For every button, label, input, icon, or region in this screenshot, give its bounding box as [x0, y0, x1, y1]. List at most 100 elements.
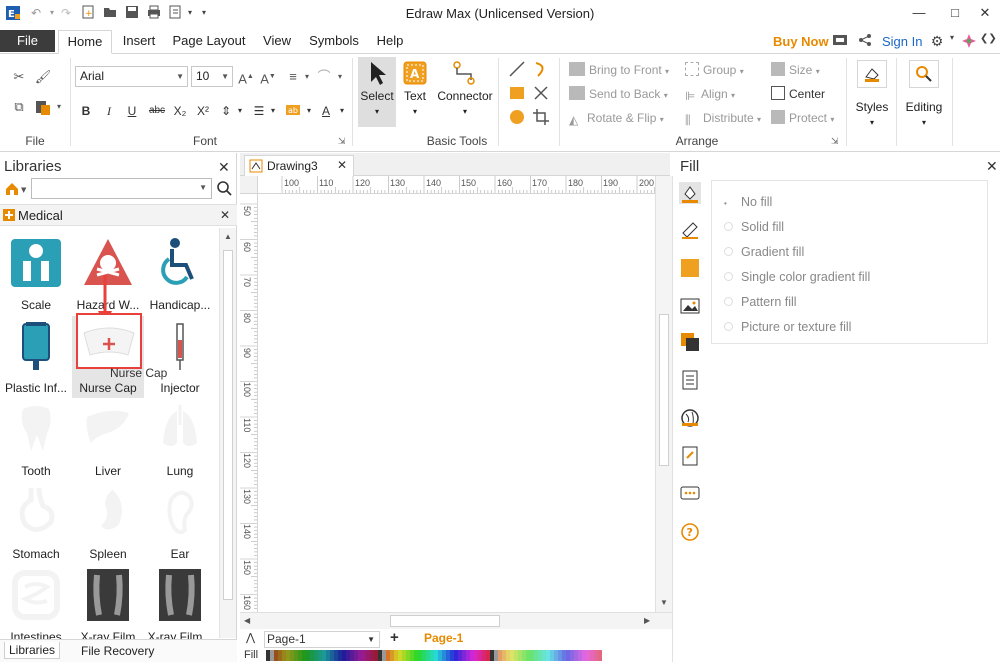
- text-align-dropdown-icon[interactable]: ▾: [298, 68, 316, 86]
- scroll-left-icon[interactable]: ◀: [244, 616, 250, 625]
- cut-icon[interactable]: ✂: [10, 68, 28, 86]
- library-category-header[interactable]: Medical ✕: [0, 204, 237, 226]
- hyperlink-globe-icon[interactable]: [680, 408, 700, 428]
- layers-icon[interactable]: [680, 332, 700, 352]
- protect-button[interactable]: Protect ▾: [771, 109, 834, 127]
- text-dropdown-icon[interactable]: ▾: [398, 107, 432, 116]
- highlight-icon[interactable]: ab: [285, 102, 301, 120]
- rectangle-tool-icon[interactable]: [508, 84, 526, 102]
- attachment-icon[interactable]: [680, 446, 700, 466]
- scroll-down-icon[interactable]: ▼: [660, 598, 668, 607]
- shape-liver[interactable]: Liver: [72, 399, 144, 481]
- file-menu-tab[interactable]: File: [0, 30, 55, 52]
- tab-help[interactable]: Help: [372, 30, 408, 54]
- shape-x-ray-film-2[interactable]: X-ray Film...: [144, 565, 216, 647]
- font-size-select[interactable]: 10 ▼: [191, 66, 233, 87]
- fill-option-picture-texture[interactable]: Picture or texture fill: [724, 320, 851, 334]
- distribute-button[interactable]: ⫼ Distribute ▾: [685, 109, 761, 127]
- tab-libraries[interactable]: Libraries: [4, 642, 61, 659]
- fill-option-no-fill[interactable]: • No fill: [724, 195, 772, 209]
- format-painter-icon[interactable]: 🖌: [34, 68, 52, 86]
- minimize-button[interactable]: —: [904, 2, 934, 24]
- bring-to-front-button[interactable]: Bring to Front ▾: [569, 61, 669, 79]
- bold-button[interactable]: B: [78, 102, 94, 120]
- tab-symbols[interactable]: Symbols: [306, 30, 362, 54]
- connector-tool-button[interactable]: Connector ▾: [434, 60, 496, 116]
- shape-handicap[interactable]: Handicap...: [144, 233, 216, 315]
- shape-stomach[interactable]: Stomach: [0, 482, 72, 564]
- font-dialog-launcher-icon[interactable]: ⇲: [338, 136, 346, 147]
- fill-option-solid[interactable]: Solid fill: [724, 220, 784, 234]
- close-tab-icon[interactable]: ✕: [337, 158, 347, 172]
- bullets-dropdown-icon[interactable]: ▾: [265, 102, 281, 120]
- styles-button[interactable]: Styles ▾: [851, 60, 893, 127]
- line-style-icon[interactable]: [680, 220, 700, 240]
- align-button[interactable]: ⊫ Align ▾: [685, 85, 735, 103]
- vertical-scroll-thumb[interactable]: [659, 314, 669, 466]
- tab-drawing3[interactable]: Drawing3 ✕: [244, 155, 354, 176]
- editing-dropdown-icon[interactable]: ▾: [901, 118, 947, 127]
- shape-spleen[interactable]: Spleen: [72, 482, 144, 564]
- shape-x-ray-film[interactable]: X-ray Film: [72, 565, 144, 647]
- font-color-dropdown-icon[interactable]: ▾: [334, 102, 350, 120]
- canvas-horizontal-scrollbar[interactable]: ◀ ▶: [240, 612, 672, 629]
- home-library-icon[interactable]: ▼: [4, 181, 30, 197]
- paste-dropdown-icon[interactable]: ▾: [50, 98, 68, 116]
- drawing-canvas[interactable]: [258, 194, 655, 612]
- fill-tool-icon[interactable]: [679, 182, 701, 204]
- cross-tool-icon[interactable]: [532, 84, 550, 102]
- font-name-select[interactable]: Arial ▼: [75, 66, 188, 87]
- group-button[interactable]: Group ▾: [685, 61, 744, 79]
- ellipse-tool-icon[interactable]: [508, 108, 526, 126]
- palette-swatches[interactable]: [266, 650, 602, 661]
- connector-dropdown-icon[interactable]: ▾: [434, 107, 496, 116]
- close-fill-panel-icon[interactable]: ✕: [986, 158, 998, 175]
- shape-injector[interactable]: Injector: [144, 316, 216, 398]
- line-spacing-dropdown-icon[interactable]: ▾: [232, 102, 248, 120]
- page-select[interactable]: Page-1 ▼: [264, 631, 380, 648]
- close-libraries-icon[interactable]: ✕: [218, 159, 230, 176]
- cart-icon[interactable]: [832, 33, 848, 50]
- page-properties-icon[interactable]: [680, 370, 700, 390]
- tab-view[interactable]: View: [256, 30, 298, 54]
- size-button[interactable]: Size ▾: [771, 61, 820, 79]
- image-icon[interactable]: [680, 296, 700, 316]
- tab-file-recovery[interactable]: File Recovery: [81, 644, 154, 658]
- library-search-input[interactable]: ▼: [31, 178, 212, 199]
- font-color-icon[interactable]: A: [318, 102, 334, 120]
- line-tool-icon[interactable]: [508, 60, 526, 78]
- arrange-dialog-launcher-icon[interactable]: ⇲: [831, 136, 839, 147]
- select-dropdown-icon[interactable]: ▾: [358, 107, 396, 116]
- grow-font-icon[interactable]: A▲: [237, 68, 255, 86]
- library-scrollbar[interactable]: ▲: [219, 228, 236, 638]
- shape-lung[interactable]: Lung: [144, 399, 216, 481]
- shrink-font-icon[interactable]: A▼: [259, 68, 277, 86]
- share-icon[interactable]: [857, 33, 873, 50]
- center-button[interactable]: Center: [771, 85, 825, 103]
- superscript-button[interactable]: X²: [195, 102, 211, 120]
- library-scroll-thumb[interactable]: [223, 250, 233, 600]
- help-icon[interactable]: ?: [680, 522, 700, 542]
- tab-home[interactable]: Home: [58, 30, 112, 54]
- close-category-icon[interactable]: ✕: [220, 208, 230, 222]
- settings-dropdown-icon[interactable]: ▾: [944, 33, 960, 42]
- shape-ear[interactable]: Ear: [144, 482, 216, 564]
- fill-option-pattern[interactable]: Pattern fill: [724, 295, 797, 309]
- subscript-button[interactable]: X₂: [172, 102, 188, 120]
- rotate-flip-button[interactable]: ◭ Rotate & Flip ▾: [569, 109, 664, 127]
- highlight-dropdown-icon[interactable]: ▾: [301, 102, 317, 120]
- shape-intestines[interactable]: Intestines: [0, 565, 72, 647]
- fill-option-single-color-gradient[interactable]: Single color gradient fill: [724, 270, 870, 284]
- canvas-vertical-scrollbar[interactable]: ▼: [655, 176, 672, 612]
- crop-tool-icon[interactable]: [532, 108, 550, 126]
- strikethrough-button[interactable]: abc: [146, 102, 168, 120]
- text-curve-dropdown-icon[interactable]: ▾: [331, 68, 349, 86]
- italic-button[interactable]: I: [101, 102, 117, 120]
- sign-in-link[interactable]: Sign In: [882, 34, 922, 49]
- theme-icon[interactable]: [961, 33, 977, 52]
- comment-icon[interactable]: [680, 484, 700, 504]
- editing-button[interactable]: Editing ▾: [901, 60, 947, 127]
- tab-insert[interactable]: Insert: [116, 30, 162, 54]
- fill-option-gradient[interactable]: Gradient fill: [724, 245, 804, 259]
- shape-scale[interactable]: Scale: [0, 233, 72, 315]
